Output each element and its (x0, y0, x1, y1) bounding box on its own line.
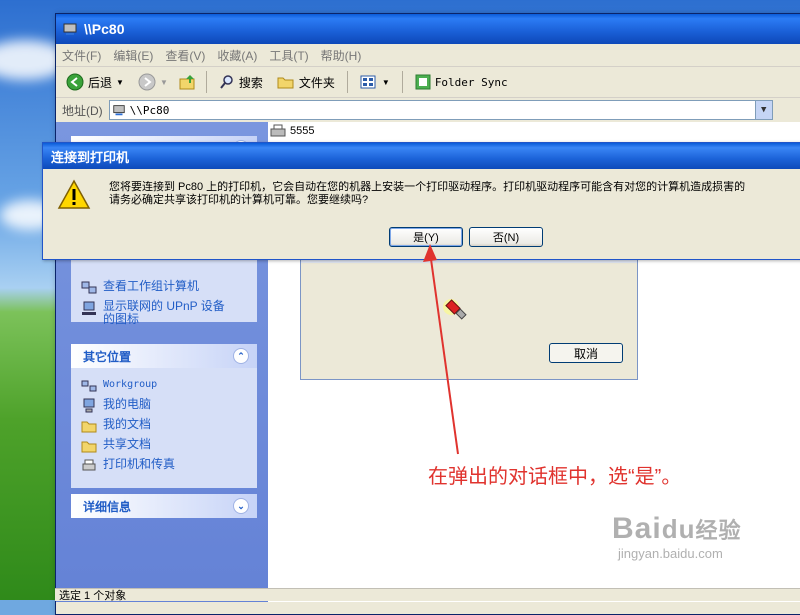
watermark-url: jingyan.baidu.com (618, 546, 723, 561)
watermark-brand: Baidu经验 (612, 512, 742, 545)
annotation-arrow (423, 244, 459, 455)
baidu-watermark: Baidu经验 jingyan.baidu.com (612, 512, 741, 561)
annotation-text: 在弹出的对话框中，选“是”。 (428, 466, 682, 488)
